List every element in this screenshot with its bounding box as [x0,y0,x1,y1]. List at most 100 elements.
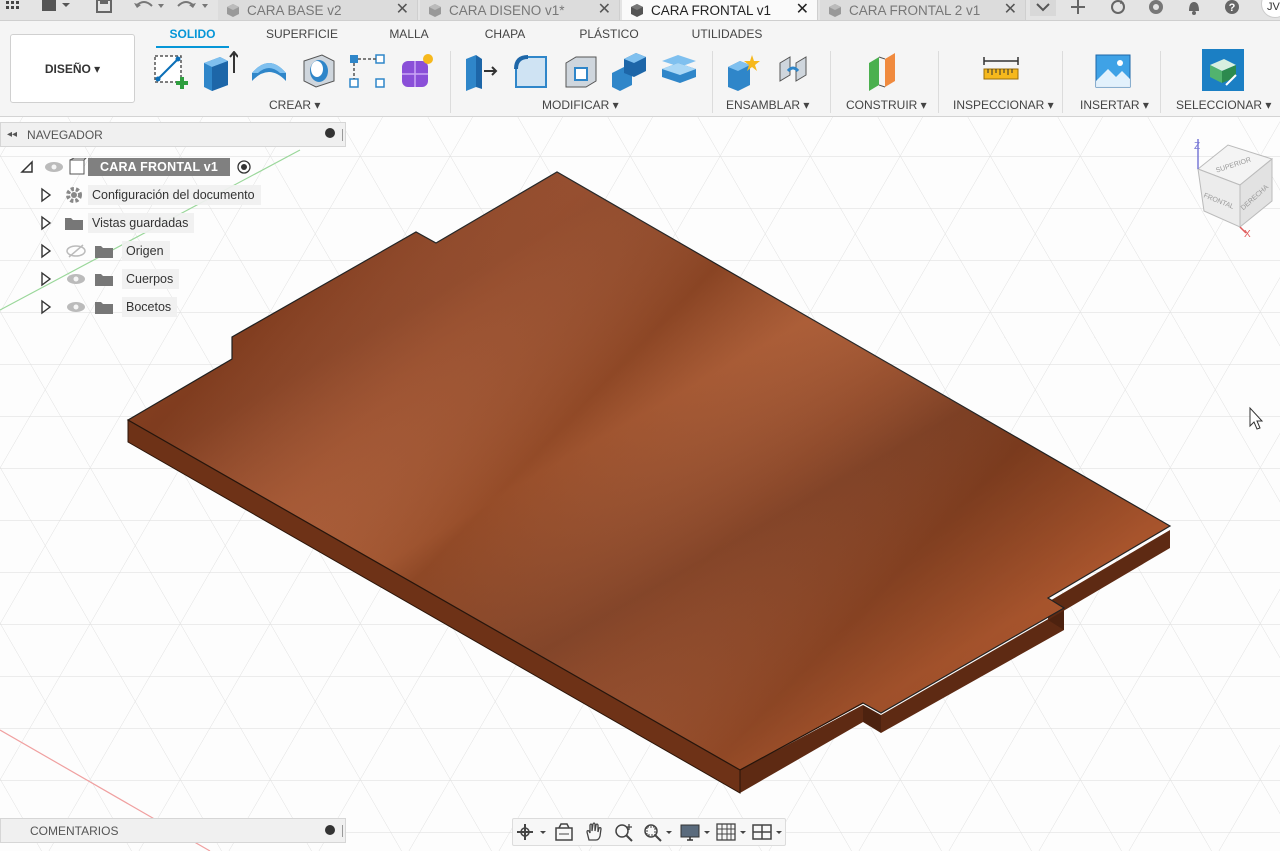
expand-triangle-icon[interactable] [40,271,52,287]
panel-resize-handle[interactable] [342,129,343,141]
group-ensamblar-label[interactable]: ENSAMBLAR ▾ [726,98,809,112]
redo-icon[interactable] [176,0,212,14]
orbit-icon[interactable] [515,822,549,842]
tab-chapa[interactable]: CHAPA [474,27,536,41]
hidden-eye-icon[interactable] [66,244,88,258]
group-separator [938,51,939,113]
tree-item-label: Origen [122,241,170,261]
visibility-eye-icon[interactable] [44,160,66,174]
insert-image-icon[interactable] [1094,51,1132,91]
tree-item-origin[interactable]: Origen [40,239,170,263]
tab-malla[interactable]: MALLA [378,27,440,41]
tree-item-document-settings[interactable]: Configuración del documento [40,183,261,207]
group-insertar-label[interactable]: INSERTAR ▾ [1080,98,1149,112]
viewports-icon[interactable] [751,822,785,842]
doc-tab-label: CARA BASE v2 [247,2,342,18]
collapse-panel-icon[interactable]: ◂◂ [7,129,17,140]
undo-icon[interactable] [132,0,168,14]
tab-overflow-chevron-icon[interactable] [1030,0,1056,16]
fillet-icon[interactable] [512,51,550,91]
fit-zoom-icon[interactable] [641,822,675,842]
navigator-header[interactable]: ◂◂ NAVEGADOR [0,122,346,147]
folder-icon [95,274,113,286]
expand-triangle-icon[interactable] [40,299,52,315]
select-icon[interactable] [1202,49,1244,91]
workspace-label: DISEÑO ▾ [44,61,101,76]
create-sketch-icon[interactable] [152,51,190,91]
doc-tab-cara-base[interactable]: CARA BASE v2 ✕ [218,0,418,20]
tab-plastico[interactable]: PLÁSTICO [570,27,648,41]
group-separator [712,51,713,113]
notifications-bell-icon[interactable] [1182,0,1206,16]
tab-solido[interactable]: SOLIDO [156,27,229,41]
combine-icon[interactable] [610,51,648,91]
group-construir-label[interactable]: CONSTRUIR ▾ [846,98,927,112]
doc-tab-label: CARA FRONTAL 2 v1 [849,2,981,18]
measure-icon[interactable] [982,51,1020,91]
view-cube[interactable]: SUPERIOR FRONTAL DERECHA Z X [1190,137,1280,247]
tree-root-row[interactable]: CARA FRONTAL v1 [20,155,252,179]
tab-superficie[interactable]: SUPERFICIE [262,27,342,41]
grid-settings-icon[interactable] [715,822,749,842]
tab-utilidades[interactable]: UTILIDADES [686,27,768,41]
joint-icon[interactable] [774,51,812,91]
expand-triangle-icon[interactable] [40,215,52,231]
expand-triangle-icon[interactable] [40,243,52,259]
axis-x-label: X [1244,229,1251,240]
save-icon[interactable] [96,0,112,14]
create-form-icon[interactable] [398,51,436,91]
component-cube-icon [429,4,441,17]
component-icon [69,158,87,175]
close-tab-icon[interactable]: ✕ [598,0,611,19]
zoom-icon[interactable] [613,822,635,842]
close-tab-icon[interactable]: ✕ [1004,0,1017,19]
navigator-options-icon[interactable] [325,128,335,138]
close-tab-icon[interactable]: ✕ [396,0,409,19]
offset-face-icon[interactable] [660,51,698,91]
group-separator [450,51,451,113]
hole-icon[interactable] [300,51,338,91]
group-seleccionar-label[interactable]: SELECCIONAR ▾ [1176,98,1271,112]
close-tab-icon[interactable]: ✕ [796,0,809,19]
collapse-triangle-icon[interactable] [20,160,34,174]
look-at-icon[interactable] [553,822,575,842]
group-crear-label[interactable]: CREAR ▾ [269,98,320,112]
new-tab-plus-icon[interactable] [1066,0,1090,16]
tree-item-bodies[interactable]: Cuerpos [40,267,180,291]
extrude-icon[interactable] [200,51,238,91]
file-menu-icon[interactable] [42,0,72,14]
job-status-icon[interactable] [1144,0,1168,16]
activate-radio-icon[interactable] [236,159,252,175]
add-comment-icon[interactable] [325,825,335,835]
group-inspeccionar-label[interactable]: INSPECCIONAR ▾ [953,98,1054,112]
doc-tab-label: CARA DISENO v1* [449,2,565,18]
user-initials: JV [1267,1,1280,13]
comments-panel[interactable]: COMENTARIOS [0,818,346,843]
doc-tab-cara-frontal-2[interactable]: CARA FRONTAL 2 v1 ✕ [820,0,1026,20]
pattern-icon[interactable] [348,51,386,91]
new-component-icon[interactable] [724,51,762,91]
tree-item-sketches[interactable]: Bocetos [40,295,178,319]
press-pull-icon[interactable] [462,51,500,91]
revolve-icon[interactable] [250,51,288,91]
expand-triangle-icon[interactable] [40,187,52,203]
component-cube-icon [631,4,643,17]
app-grid-icon[interactable] [6,0,20,14]
group-modificar-label[interactable]: MODIFICAR ▾ [542,98,619,112]
help-icon[interactable]: ? [1220,0,1244,16]
tree-item-label: Configuración del documento [88,185,261,205]
panel-resize-handle[interactable] [342,825,343,837]
pan-hand-icon[interactable] [583,822,605,842]
doc-tab-cara-diseno[interactable]: CARA DISENO v1* ✕ [420,0,620,20]
tree-item-saved-views[interactable]: Vistas guardadas [40,211,195,235]
workspace-switcher-button[interactable]: DISEÑO ▾ [10,34,135,103]
sync-icon[interactable] [1106,0,1130,16]
shell-icon[interactable] [562,51,600,91]
visibility-eye-icon[interactable] [66,272,88,286]
display-settings-icon[interactable] [679,822,713,842]
visibility-eye-icon[interactable] [66,300,88,314]
user-avatar[interactable]: JV [1261,0,1280,18]
root-component-label[interactable]: CARA FRONTAL v1 [88,158,231,176]
doc-tab-cara-frontal[interactable]: CARA FRONTAL v1 ✕ [622,0,818,20]
offset-plane-icon[interactable] [865,51,903,91]
